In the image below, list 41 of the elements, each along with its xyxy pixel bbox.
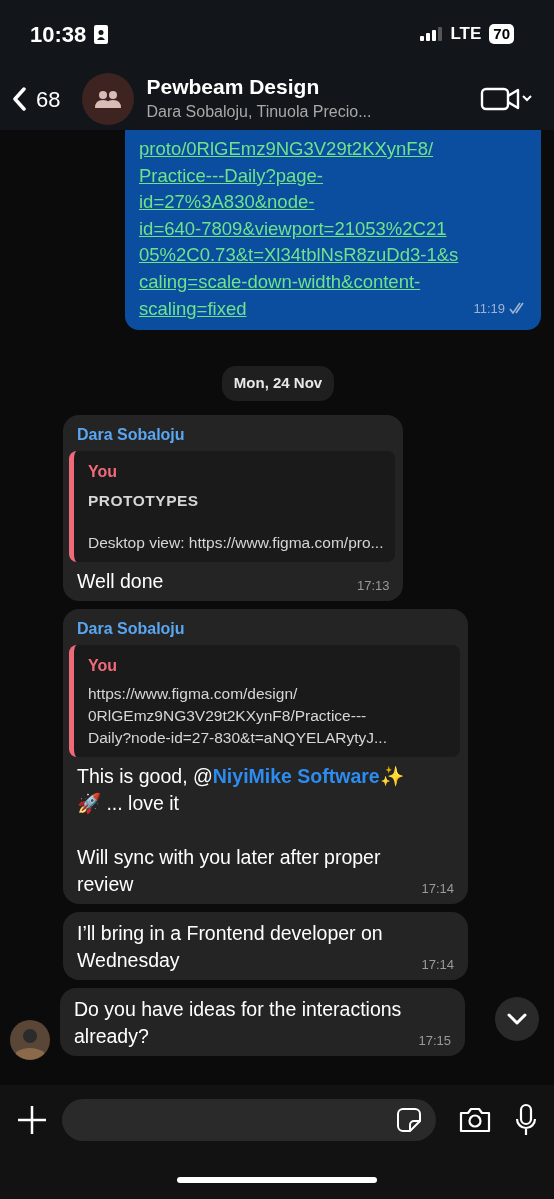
quote-text: Desktop view: https://www.figma.com/pro... [88, 532, 384, 553]
people-icon [95, 90, 122, 108]
back-button[interactable]: 68 [12, 82, 61, 116]
add-button[interactable] [16, 1104, 48, 1136]
chat-members[interactable]: Dara Sobaloju, Tinuola Precio... [146, 99, 472, 124]
microphone-button[interactable] [514, 1103, 538, 1137]
battery-indicator: 70 [489, 24, 514, 44]
video-call-button[interactable] [480, 86, 534, 112]
message-link[interactable]: proto/0RlGEmz9NG3V29t2KXynF8/ Practice---Daily?page- id=27%3A830&node- id=640-7809&viewport=21053%2C21 05%2C0.73&t=Xl34tblNsR8zuDd3-1&s caling=scale-down-width&content- scaling=fixed [139, 136, 459, 323]
chat-title[interactable]: Pewbeam Design [146, 74, 472, 100]
mention-link[interactable]: NiyiMike Software [212, 764, 380, 787]
message-time: 17:15 [417, 1032, 451, 1049]
sticker-icon[interactable] [396, 1107, 422, 1133]
signal-icon [420, 27, 443, 41]
id-card-icon [94, 24, 109, 44]
date-label: Mon, 24 Nov [221, 366, 335, 401]
quote-title: PROTOTYPES [88, 490, 200, 511]
message-text: Well done [77, 568, 164, 594]
quoted-message[interactable]: You https://www.figma.com/design/ 0RlGEmz9NG3V29t2KXynF8/Practice--- Daily?node-id=27-830&t=aNQYELARytyJ... [69, 644, 460, 757]
message-text: This is good, @NiyiMike Software✨ 🚀 ... love it Will sync with you later after proper review [77, 763, 405, 897]
quote-text: https://www.figma.com/design/ 0RlGEmz9NG3V29t2KXynF8/Practice--- Daily?node-id=27-830&t=aNQYELARytyJ... [88, 683, 388, 748]
message-input[interactable] [62, 1099, 436, 1141]
group-avatar[interactable] [82, 73, 135, 125]
chevron-down-icon [507, 1013, 527, 1025]
quote-author: You [88, 655, 119, 676]
quote-author: You [88, 461, 119, 482]
camera-button[interactable] [458, 1106, 492, 1134]
sender-name: Dara Sobaloju [77, 424, 186, 445]
message-time: 17:13 [355, 577, 390, 594]
quoted-message[interactable]: You PROTOTYPES Desktop view: https://www.figma.com/pro... [69, 450, 396, 562]
sender-avatar[interactable] [10, 1019, 50, 1060]
message-time: 11:19 [473, 299, 505, 318]
message-text: Do you have ideas for the interactions already? [74, 996, 403, 1049]
message-time: 17:14 [420, 880, 454, 897]
message-text: I’ll bring in a Frontend developer on Wednesday [77, 920, 384, 973]
status-time: 10:38 [30, 20, 87, 49]
chevron-left-icon [12, 87, 26, 111]
sender-name: Dara Sobaloju [77, 618, 186, 639]
message-time: 17:14 [420, 956, 454, 973]
scroll-down-button[interactable] [495, 997, 539, 1041]
network-label: LTE [450, 23, 482, 46]
